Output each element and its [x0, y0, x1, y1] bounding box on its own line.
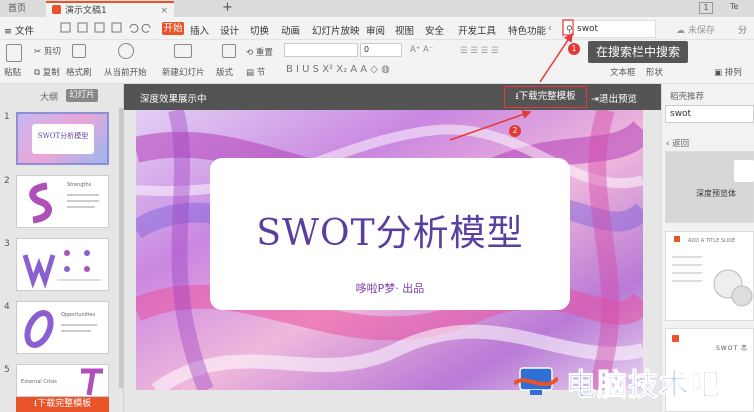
watermark-logo-icon	[514, 367, 558, 395]
step-2-badge: 2	[509, 125, 521, 137]
step-1-badge: 1	[568, 43, 580, 55]
annotation-arrows	[449, 19, 574, 141]
search-highlight-box	[562, 19, 574, 36]
watermark-text: 电脑技术吧	[566, 368, 721, 404]
arrow-to-search	[539, 32, 573, 83]
